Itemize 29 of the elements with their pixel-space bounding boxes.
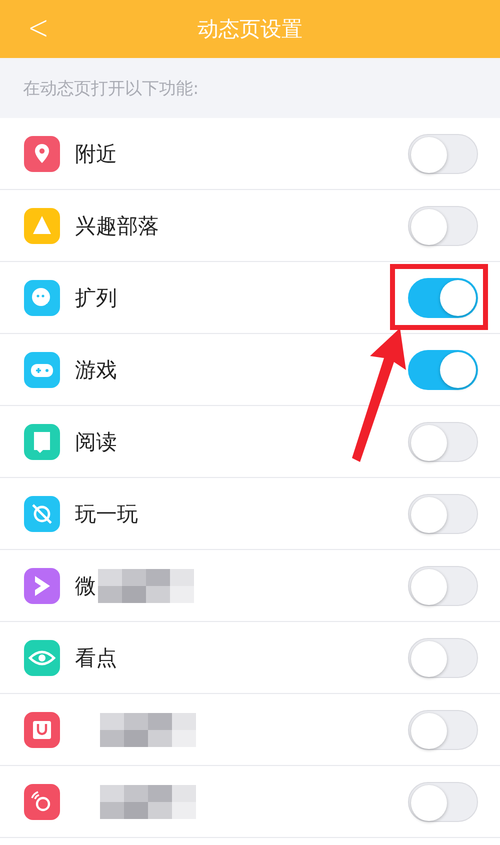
toggle-switch[interactable]: [408, 782, 478, 822]
toggle-switch[interactable]: [408, 278, 478, 318]
toggle-switch[interactable]: [408, 638, 478, 678]
feature-label: 看点: [75, 644, 117, 672]
bag-icon: [24, 712, 60, 748]
signal-icon: [24, 784, 60, 820]
tent-icon: [24, 208, 60, 244]
bookmark-icon: [24, 424, 60, 460]
toggle-switch[interactable]: [408, 350, 478, 390]
play-icon: [24, 568, 60, 604]
toggle-switch[interactable]: [408, 422, 478, 462]
feature-label: 玩一玩: [75, 500, 138, 528]
toggle-switch[interactable]: [408, 710, 478, 750]
gamepad-icon: [24, 352, 60, 388]
toggle-switch[interactable]: [408, 494, 478, 534]
feature-label: 阅读: [75, 428, 117, 456]
eye-icon: [24, 640, 60, 676]
back-button[interactable]: <: [23, 8, 54, 48]
toggle-switch[interactable]: [408, 206, 478, 246]
toggle-switch[interactable]: [408, 566, 478, 606]
toggle-switch[interactable]: [408, 134, 478, 174]
page-title: 动态页设置: [198, 16, 302, 43]
feature-label: 兴趣部落: [75, 212, 159, 240]
feature-label: 附近: [75, 140, 117, 168]
feature-label: 游戏: [75, 356, 117, 384]
location-pin-icon: [24, 136, 60, 172]
section-hint: 在动态页打开以下功能:: [23, 78, 199, 100]
feature-label: 微: [75, 572, 96, 600]
feature-label: 扩列: [75, 284, 117, 312]
